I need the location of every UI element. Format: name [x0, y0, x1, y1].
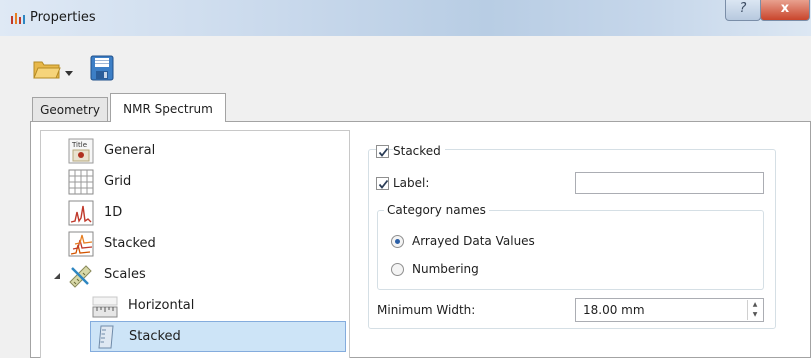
- label-text-input[interactable]: [575, 172, 764, 194]
- radio-numbering[interactable]: [391, 263, 404, 276]
- dropdown-arrow-icon[interactable]: [65, 66, 73, 76]
- tree-item-stacked-scale[interactable]: Stacked: [90, 321, 346, 352]
- floppy-save-icon[interactable]: [90, 55, 114, 81]
- tree-item-label: Horizontal: [128, 298, 195, 313]
- radio-selected-dot: [395, 239, 400, 244]
- stacked-checkbox-label: Stacked: [393, 144, 445, 158]
- spectrum-1d-icon: [68, 200, 94, 226]
- tab-geometry[interactable]: Geometry: [32, 97, 108, 121]
- title-icon: Title: [68, 138, 94, 164]
- tree-item-label: Grid: [104, 174, 132, 189]
- stacked-checkbox[interactable]: [376, 145, 389, 158]
- tree-item-stacked[interactable]: Stacked: [68, 228, 338, 259]
- scales-ruler-icon: [68, 262, 94, 288]
- category-names-group: [377, 210, 764, 290]
- tree-item-grid[interactable]: Grid: [68, 166, 338, 197]
- radio-numbering-label: Numbering: [412, 262, 479, 276]
- tree-item-label: Scales: [104, 267, 146, 282]
- close-button[interactable]: x: [760, 0, 810, 21]
- tree-item-scales[interactable]: Scales: [68, 259, 338, 290]
- tab-nmr-spectrum[interactable]: NMR Spectrum: [110, 93, 226, 122]
- label-checkbox-label: Label:: [393, 176, 430, 190]
- horizontal-scale-icon: [92, 293, 118, 319]
- spin-buttons[interactable]: ▲ ▼: [747, 300, 762, 320]
- close-icon: x: [780, 1, 790, 16]
- collapse-arrow-icon[interactable]: [52, 270, 62, 280]
- spin-up-icon[interactable]: ▲: [748, 300, 762, 310]
- label-checkbox[interactable]: [376, 177, 389, 190]
- minimum-width-spinbox[interactable]: 18.00 mm ▲ ▼: [575, 298, 764, 322]
- tree-item-horizontal[interactable]: Horizontal: [92, 290, 346, 321]
- tree-item-label: 1D: [104, 205, 123, 220]
- svg-text:Title: Title: [71, 141, 87, 149]
- grid-icon: [68, 169, 94, 195]
- radio-arrayed-data-values[interactable]: [391, 235, 404, 248]
- tree-item-1d[interactable]: 1D: [68, 197, 338, 228]
- help-button[interactable]: ?: [725, 0, 761, 21]
- help-icon: ?: [739, 1, 747, 16]
- vertical-scale-icon: [93, 324, 119, 350]
- tree-item-label: Stacked: [129, 329, 181, 344]
- tree-item-general[interactable]: Title General: [68, 135, 338, 166]
- title-bar[interactable]: [0, 0, 811, 36]
- minimum-width-label: Minimum Width:: [377, 303, 476, 317]
- app-icon: [10, 11, 26, 25]
- window-title: Properties: [30, 10, 96, 25]
- folder-open-icon[interactable]: [33, 58, 61, 80]
- spin-down-icon[interactable]: ▼: [748, 310, 762, 320]
- stacked-spectra-icon: [68, 231, 94, 257]
- radio-arrayed-label: Arrayed Data Values: [412, 234, 535, 248]
- tree-item-label: General: [104, 143, 156, 158]
- category-names-title: Category names: [384, 203, 489, 217]
- minimum-width-value: 18.00 mm: [583, 303, 645, 317]
- tree-item-label: Stacked: [104, 236, 156, 251]
